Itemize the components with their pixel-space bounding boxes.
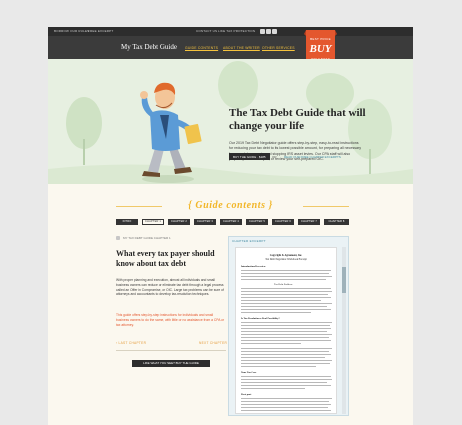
doc-line	[241, 273, 329, 274]
topbar-link-rules[interactable]: BORROW OUR RULES	[54, 29, 89, 33]
doc-line	[241, 404, 331, 405]
site-logo[interactable]: My Tax Debt Guide	[121, 43, 177, 51]
doc-line	[241, 300, 321, 301]
free-excerpts-link[interactable]: READ OUR FREE CHAPTER EXCERPTS	[284, 155, 341, 159]
doc-section-1: Introduction/Overview	[241, 265, 266, 268]
doc-line	[241, 388, 305, 389]
facebook-icon[interactable]	[260, 29, 265, 34]
doc-line	[241, 385, 331, 386]
nav-other-services[interactable]: OTHER SERVICES	[262, 46, 295, 50]
contents-rule-right	[303, 206, 349, 207]
badge-top-text: BEST PRICE	[310, 37, 331, 41]
doc-line	[241, 340, 331, 341]
doc-line	[241, 379, 332, 380]
doc-line	[241, 354, 331, 355]
tab-chapter-5[interactable]: CHAPTER 5	[246, 219, 268, 225]
excerpt-document[interactable]: Copyright & Agreement, Inc. Tax Debt Neg…	[235, 247, 337, 414]
article-paragraph-1: With proper planning and execution, almo…	[116, 278, 224, 297]
article-divider	[116, 350, 226, 351]
hero-section: The Tax Debt Guide that will change your…	[48, 59, 413, 184]
article-heading: What every tax payer should know about t…	[116, 249, 215, 268]
badge-buy-text: BUY	[309, 43, 332, 55]
doc-line	[241, 398, 332, 399]
doc-line	[241, 270, 331, 271]
bottom-buy-button[interactable]: LIKE WHAT YOU SEE? BUY THE GUIDE	[132, 360, 210, 367]
doc-line	[241, 366, 316, 367]
tab-chapter-2[interactable]: CHAPTER 2	[168, 219, 190, 225]
doc-line	[241, 294, 328, 295]
doc-line	[241, 376, 331, 377]
doc-line	[241, 334, 332, 335]
top-utility-bar: BORROW OUR RULES FREE EXCERPT CONTACT US…	[48, 27, 413, 36]
guide-contents-title: { Guide contents }	[188, 200, 273, 211]
buy-guide-button[interactable]: BUY THE GUIDE · $185	[229, 153, 270, 160]
doc-line	[241, 360, 332, 361]
nav-guide-contents[interactable]: GUIDE CONTENTS	[185, 46, 218, 50]
doc-line	[241, 309, 331, 310]
chapter-icon	[116, 236, 120, 240]
doc-line	[241, 401, 329, 402]
doc-line	[241, 322, 332, 323]
excerpt-scrollbar[interactable]	[342, 247, 346, 414]
doc-line	[241, 288, 331, 289]
doc-line	[241, 363, 330, 364]
last-chapter-link[interactable]: ‹ LAST CHAPTER	[116, 341, 146, 345]
doc-section-3: Is Tax Resolution a Real Possibility?	[241, 317, 280, 320]
scrollbar-thumb[interactable]	[342, 267, 346, 293]
doc-line	[241, 291, 332, 292]
topbar-link-contact[interactable]: CONTACT US	[196, 29, 217, 33]
doc-line	[241, 312, 311, 313]
doc-line	[241, 325, 330, 326]
doc-line	[241, 279, 326, 280]
doc-title: Copyright & Agreement, Inc.	[269, 254, 303, 257]
doc-line	[241, 331, 327, 332]
tab-chapter-3[interactable]: CHAPTER 3	[194, 219, 216, 225]
chapter-excerpt-panel: CHAPTER EXCERPT Copyright & Agreement, I…	[228, 236, 349, 416]
twitter-icon[interactable]	[266, 29, 271, 34]
page-frame: BORROW OUR RULES FREE EXCERPT CONTACT US…	[48, 27, 413, 425]
doc-line	[241, 328, 331, 329]
tab-chapter-6[interactable]: CHAPTER 6	[272, 219, 294, 225]
doc-subtitle: Tax Debt Negotiator Workbook Excerpt	[265, 258, 307, 261]
doc-line	[241, 306, 327, 307]
doc-line	[241, 276, 332, 277]
doc-line	[241, 382, 327, 383]
excerpt-label: CHAPTER EXCERPT	[232, 239, 266, 243]
doc-section-4: Your Tax Case	[241, 371, 257, 374]
doc-line	[241, 351, 329, 352]
tab-chapter-1[interactable]: CHAPTER 1	[142, 219, 164, 225]
doc-line	[241, 410, 331, 411]
topbar-link-protection[interactable]: LIKE TAX PROTECTION	[218, 29, 255, 33]
doc-line	[241, 303, 332, 304]
nav-about-writer[interactable]: ABOUT THE WRITER	[223, 46, 260, 50]
doc-line	[241, 343, 301, 344]
hero-or-text: OR	[272, 155, 277, 159]
rss-icon[interactable]	[272, 29, 277, 34]
topbar-link-excerpt[interactable]: FREE EXCERPT	[88, 29, 113, 33]
doc-line	[241, 297, 331, 298]
tab-chapter-7[interactable]: CHAPTER 7	[298, 219, 320, 225]
main-navbar: My Tax Debt Guide GUIDE CONTENTS ABOUT T…	[48, 36, 413, 59]
chapter-tabs: INTRO CHAPTER 1 CHAPTER 2 CHAPTER 3 CHAP…	[116, 219, 349, 226]
hero-title: The Tax Debt Guide that will change your…	[229, 107, 366, 132]
doc-line	[241, 357, 325, 358]
article-paragraph-2: This guide offers step-by-step instructi…	[116, 313, 225, 327]
tab-intro[interactable]: INTRO	[116, 219, 138, 225]
doc-section-2: Tax Debt Problem	[274, 283, 293, 286]
doc-section-5: First part	[241, 393, 252, 396]
tab-chapter-4[interactable]: CHAPTER 4	[220, 219, 242, 225]
next-chapter-link[interactable]: NEXT CHAPTER ›	[199, 341, 230, 345]
doc-line	[241, 337, 329, 338]
tab-chapter-8[interactable]: CHAPTER 8	[324, 219, 349, 225]
doc-line	[241, 348, 332, 349]
breadcrumb: MY TAX DEBT GUIDE CHAPTER 1	[123, 236, 171, 240]
doc-line	[241, 407, 328, 408]
